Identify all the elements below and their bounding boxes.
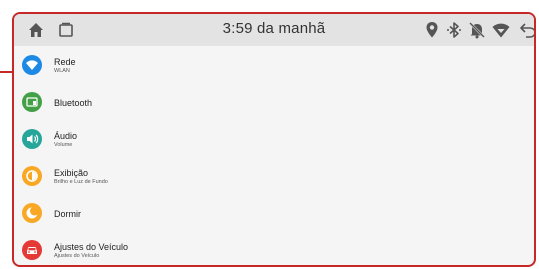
settings-item-title: Exibição — [54, 168, 89, 178]
moon-icon — [22, 203, 42, 223]
bluetooth-icon — [444, 20, 464, 40]
status-bar: 3:59 da manhã — [14, 14, 534, 46]
settings-item-title: Bluetooth — [54, 98, 93, 108]
notifications-off-icon — [467, 20, 487, 40]
settings-item-display[interactable]: Exibição Brilho e Luz de Fundo — [14, 157, 534, 194]
settings-item-network[interactable]: Rede WLAN — [14, 46, 534, 83]
settings-item-title: Ajustes do Veículo — [54, 242, 129, 252]
settings-item-subtitle: WLAN — [54, 68, 70, 74]
settings-item-title: Áudio — [54, 131, 78, 141]
settings-item-vehicle[interactable]: Ajustes do Veículo Ajustes do Veículo — [14, 231, 534, 265]
speaker-icon — [22, 129, 42, 149]
device-screen: 3:59 da manhã Rede WLAN Bluetooth Áudio … — [12, 12, 536, 267]
settings-item-subtitle: Brilho e Luz de Fundo — [54, 179, 108, 185]
settings-item-bluetooth[interactable]: Bluetooth — [14, 83, 534, 120]
settings-item-subtitle: Volume — [54, 142, 73, 148]
settings-item-title: Dormir — [54, 209, 81, 219]
settings-item-title: Rede — [54, 57, 76, 67]
settings-item-subtitle: Ajustes do Veículo — [54, 253, 100, 259]
bluetooth-device-icon — [22, 92, 42, 112]
wifi-icon — [22, 55, 42, 75]
settings-list: Rede WLAN Bluetooth Áudio Volume Exibiçã… — [14, 46, 534, 265]
settings-item-sleep[interactable]: Dormir — [14, 194, 534, 231]
brightness-icon — [22, 166, 42, 186]
car-icon — [22, 240, 42, 260]
settings-item-audio[interactable]: Áudio Volume — [14, 120, 534, 157]
location-icon — [422, 20, 442, 40]
wifi-icon — [491, 20, 511, 40]
back-icon[interactable] — [518, 20, 534, 40]
